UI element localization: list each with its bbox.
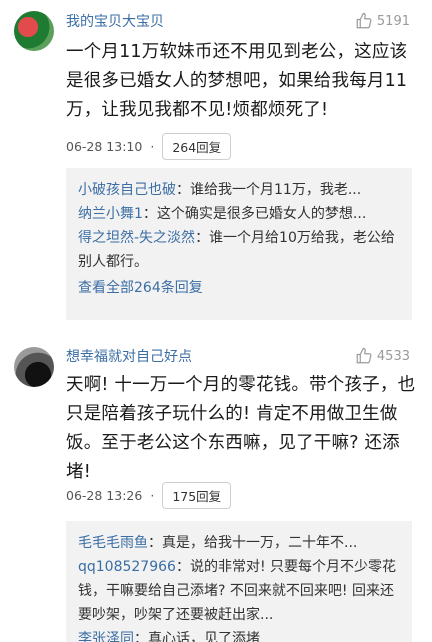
reply-username[interactable]: 李张泽同 xyxy=(78,631,134,642)
reply-text: ：谁给我一个月11万，我老... xyxy=(176,182,362,198)
avatar[interactable] xyxy=(14,347,54,387)
avatar[interactable] xyxy=(14,11,54,51)
like-button[interactable]: 4533 xyxy=(355,347,410,365)
reply-item[interactable]: qq108527966：说的非常对! 只要每个月不少零花钱，干嘛要给自己添堵? … xyxy=(78,555,400,627)
thumbs-up-icon xyxy=(356,347,372,364)
thumbs-up-icon xyxy=(356,12,372,29)
reply-username[interactable]: 毛毛毛雨鱼 xyxy=(78,535,148,551)
comment-text: 一个月11万软妹币还不用见到老公，这应该是很多已婚女人的梦想吧，如果给我每月11… xyxy=(66,42,408,120)
comment-text: 天啊! 十一万一个月的零花钱。带个孩子，也只是陪着孩子玩什么的! 肯定不用做卫生… xyxy=(66,375,416,482)
comment-time: 06-28 13:10 xyxy=(66,139,143,154)
comment-username[interactable]: 想幸福就对自己好点 xyxy=(66,346,192,366)
meta-separator: · xyxy=(150,139,155,154)
reply-item[interactable]: 纳兰小舞1：这个确实是很多已婚女人的梦想... xyxy=(78,202,400,226)
comment-username[interactable]: 我的宝贝大宝贝 xyxy=(66,11,164,31)
reply-text: ：这个确实是很多已婚女人的梦想... xyxy=(142,206,367,222)
reply-item[interactable]: 毛毛毛雨鱼：真是，给我十一万，二十年不... xyxy=(78,531,400,555)
comment-meta: 06-28 13:10 · 264回复 xyxy=(66,133,232,160)
reply-item[interactable]: 得之坦然-失之淡然：谁一个月给10万给我，老公给别人都行。 xyxy=(78,226,400,274)
like-button[interactable]: 5191 xyxy=(355,12,410,30)
reply-text: ：真心话，见了添堵 xyxy=(134,631,260,642)
like-count: 5191 xyxy=(376,13,410,29)
comment-meta: 06-28 13:26 · 175回复 xyxy=(66,482,232,509)
reply-button[interactable]: 264回复 xyxy=(162,133,232,160)
reply-item[interactable]: 李张泽同：真心话，见了添堵 xyxy=(78,627,400,642)
comment-time: 06-28 13:26 xyxy=(66,488,143,503)
reply-username[interactable]: 小破孩自己也破 xyxy=(78,182,176,198)
reply-text: ：真是，给我十一万，二十年不... xyxy=(148,535,358,551)
reply-button[interactable]: 175回复 xyxy=(162,482,232,509)
like-count: 4533 xyxy=(376,348,410,364)
reply-item[interactable]: 小破孩自己也破：谁给我一个月11万，我老... xyxy=(78,178,400,202)
reply-username[interactable]: 纳兰小舞1 xyxy=(78,206,143,222)
meta-separator: · xyxy=(150,488,155,503)
view-all-replies-link[interactable]: 查看全部264条回复 xyxy=(78,276,400,300)
reply-username[interactable]: qq108527966 xyxy=(78,559,176,575)
reply-username[interactable]: 得之坦然-失之淡然 xyxy=(78,230,195,246)
reply-list: 小破孩自己也破：谁给我一个月11万，我老... 纳兰小舞1：这个确实是很多已婚女… xyxy=(66,168,412,320)
reply-list: 毛毛毛雨鱼：真是，给我十一万，二十年不... qq108527966：说的非常对… xyxy=(66,521,412,642)
